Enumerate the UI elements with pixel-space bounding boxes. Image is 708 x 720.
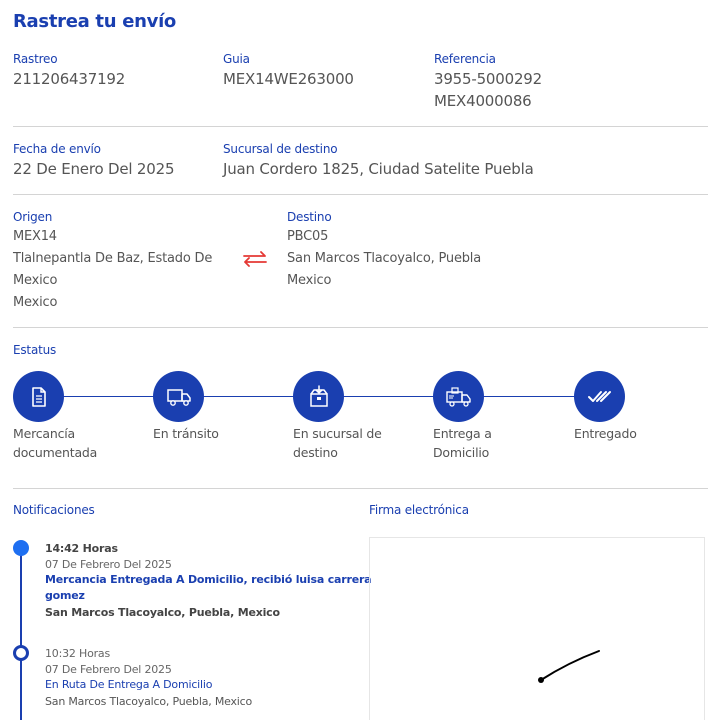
status-step-home-delivery (433, 371, 484, 422)
status-step-label: Domicilio (433, 445, 490, 460)
delivery-truck-icon (445, 386, 471, 407)
notifications-label: Notificaciones (13, 503, 95, 517)
origin-city-2: Mexico (13, 273, 58, 288)
notification-location: San Marcos Tlacoyalco, Puebla, Mexico (45, 606, 280, 619)
signature-image (538, 650, 600, 683)
destination-label: Destino (287, 210, 332, 224)
notifications-timeline-line (20, 548, 22, 720)
page-title: Rastrea tu envío (13, 11, 177, 32)
double-check-icon (587, 390, 611, 402)
box-icon (309, 384, 328, 407)
notification-message: gomez (45, 589, 85, 602)
origin-code: MEX14 (13, 229, 57, 244)
signature-box (369, 537, 705, 720)
status-label: Estatus (13, 343, 57, 357)
reference-value-2: MEX4000086 (434, 92, 532, 110)
timeline-dot (13, 645, 29, 661)
divider (13, 327, 708, 328)
destination-code: PBC05 (287, 229, 329, 244)
origin-country: Mexico (13, 295, 58, 310)
ship-date-label: Fecha de envío (13, 142, 101, 156)
timeline-dot-active (13, 540, 29, 556)
guide-label: Guia (223, 52, 250, 66)
notification-date: 07 De Febrero Del 2025 (45, 663, 172, 676)
origin-city-1: Tlalnepantla De Baz, Estado De (13, 251, 213, 266)
status-step-delivered (574, 371, 625, 422)
status-step-in-transit (153, 371, 204, 422)
notification-date: 07 De Febrero Del 2025 (45, 558, 172, 571)
reference-label: Referencia (434, 52, 496, 66)
ship-date-value: 22 De Enero Del 2025 (13, 160, 175, 178)
swap-arrows-icon (242, 249, 268, 273)
notification-location: San Marcos Tlacoyalco, Puebla, Mexico (45, 695, 253, 708)
reference-value-1: 3955-5000292 (434, 70, 542, 88)
status-step-label: documentada (13, 445, 98, 460)
notification-message: Mercancia Entregada A Domicilio, recibió… (45, 573, 372, 586)
document-icon (31, 386, 46, 407)
notification-time: 10:32 Horas (45, 647, 110, 660)
status-step-at-branch (293, 371, 344, 422)
status-step-label: En sucursal de (293, 426, 382, 441)
tracking-value: 211206437192 (13, 70, 126, 88)
status-step-label: Mercancía (13, 426, 76, 441)
divider (13, 194, 708, 195)
status-step-label: Entrega a (433, 426, 492, 441)
notification-time: 14:42 Horas (45, 542, 118, 555)
status-step-documented (13, 371, 64, 422)
destination-city: San Marcos Tlacoyalco, Puebla (287, 251, 481, 266)
destination-branch-label: Sucursal de destino (223, 142, 338, 156)
truck-icon (166, 388, 191, 406)
origin-label: Origen (13, 210, 53, 224)
status-step-label: En tránsito (153, 426, 219, 441)
divider (13, 126, 708, 127)
signature-label: Firma electrónica (369, 503, 469, 517)
guide-value: MEX14WE263000 (223, 70, 354, 88)
tracking-label: Rastreo (13, 52, 58, 66)
destination-country: Mexico (287, 273, 332, 288)
status-step-label: Entregado (574, 426, 637, 441)
divider (13, 488, 708, 489)
notification-message: En Ruta De Entrega A Domicilio (45, 678, 213, 691)
status-step-label: destino (293, 445, 338, 460)
destination-branch-value: Juan Cordero 1825, Ciudad Satelite Puebl… (223, 160, 534, 178)
